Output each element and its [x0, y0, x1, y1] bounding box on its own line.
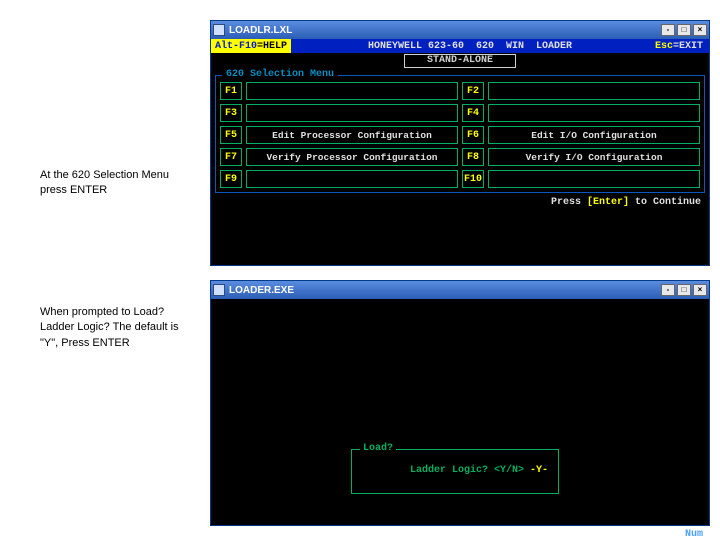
- minimize-button[interactable]: -: [661, 24, 675, 36]
- window-loadlr: LOADLR.LXL - □ × Alt-F10=HELP HONEYWELL …: [210, 20, 710, 266]
- fval-f7: Verify Processor Configuration: [246, 148, 458, 166]
- ladder-logic-prompt[interactable]: Ladder Logic? <Y/N> -Y-: [362, 454, 548, 487]
- fkey-f7[interactable]: F7: [220, 148, 242, 166]
- close-button[interactable]: ×: [693, 284, 707, 296]
- maximize-button[interactable]: □: [677, 24, 691, 36]
- fkey-f5[interactable]: F5: [220, 126, 242, 144]
- fkey-f4[interactable]: F4: [462, 104, 484, 122]
- caption-620-selection: At the 620 Selection Menu press ENTER: [40, 168, 180, 199]
- title-loader: LOADER.EXE: [229, 285, 661, 296]
- app-icon: [213, 24, 225, 36]
- fkey-f2[interactable]: F2: [462, 82, 484, 100]
- press-enter-continue: Press [Enter] to Continue: [211, 193, 709, 208]
- help-hint: Alt-F10=HELP: [211, 39, 291, 53]
- fkey-f3[interactable]: F3: [220, 104, 242, 122]
- fkey-f9[interactable]: F9: [220, 170, 242, 188]
- fval-f1: [246, 82, 458, 100]
- window-loader: LOADER.EXE - □ × Load? Ladder Logic? <Y/…: [210, 280, 710, 526]
- fkey-f1[interactable]: F1: [220, 82, 242, 100]
- fval-f8: Verify I/O Configuration: [488, 148, 700, 166]
- title-loadlr: LOADLR.LXL: [229, 25, 661, 36]
- exit-hint: Esc=EXIT: [649, 39, 709, 53]
- close-button[interactable]: ×: [693, 24, 707, 36]
- fval-f3: [246, 104, 458, 122]
- numlock-indicator: Num: [685, 529, 703, 540]
- selection-menu-title: 620 Selection Menu: [222, 69, 338, 80]
- fval-f5: Edit Processor Configuration: [246, 126, 458, 144]
- fval-f10: [488, 170, 700, 188]
- titlebar-loader[interactable]: LOADER.EXE - □ ×: [211, 281, 709, 299]
- header-title: HONEYWELL 623-60 620 WIN LOADER: [291, 39, 649, 53]
- mode-standalone: STAND-ALONE: [404, 54, 516, 68]
- minimize-button[interactable]: -: [661, 284, 675, 296]
- fval-f4: [488, 104, 700, 122]
- dos-screen-1: Alt-F10=HELP HONEYWELL 623-60 620 WIN LO…: [211, 39, 709, 265]
- dos-screen-2: Load? Ladder Logic? <Y/N> -Y- Num: [211, 299, 709, 543]
- app-icon: [213, 284, 225, 296]
- selection-menu-frame: 620 Selection Menu F1 F2 F3 F4 F5 Edit P…: [215, 75, 705, 193]
- caption-load-prompt: When prompted to Load? Ladder Logic? The…: [40, 305, 180, 351]
- load-prompt-box: Load? Ladder Logic? <Y/N> -Y-: [351, 449, 559, 494]
- fval-f9: [246, 170, 458, 188]
- fkey-f10[interactable]: F10: [462, 170, 484, 188]
- maximize-button[interactable]: □: [677, 284, 691, 296]
- load-prompt-title: Load?: [360, 443, 396, 454]
- fkey-f8[interactable]: F8: [462, 148, 484, 166]
- fkey-f6[interactable]: F6: [462, 126, 484, 144]
- fval-f6: Edit I/O Configuration: [488, 126, 700, 144]
- titlebar-loadlr[interactable]: LOADLR.LXL - □ ×: [211, 21, 709, 39]
- fval-f2: [488, 82, 700, 100]
